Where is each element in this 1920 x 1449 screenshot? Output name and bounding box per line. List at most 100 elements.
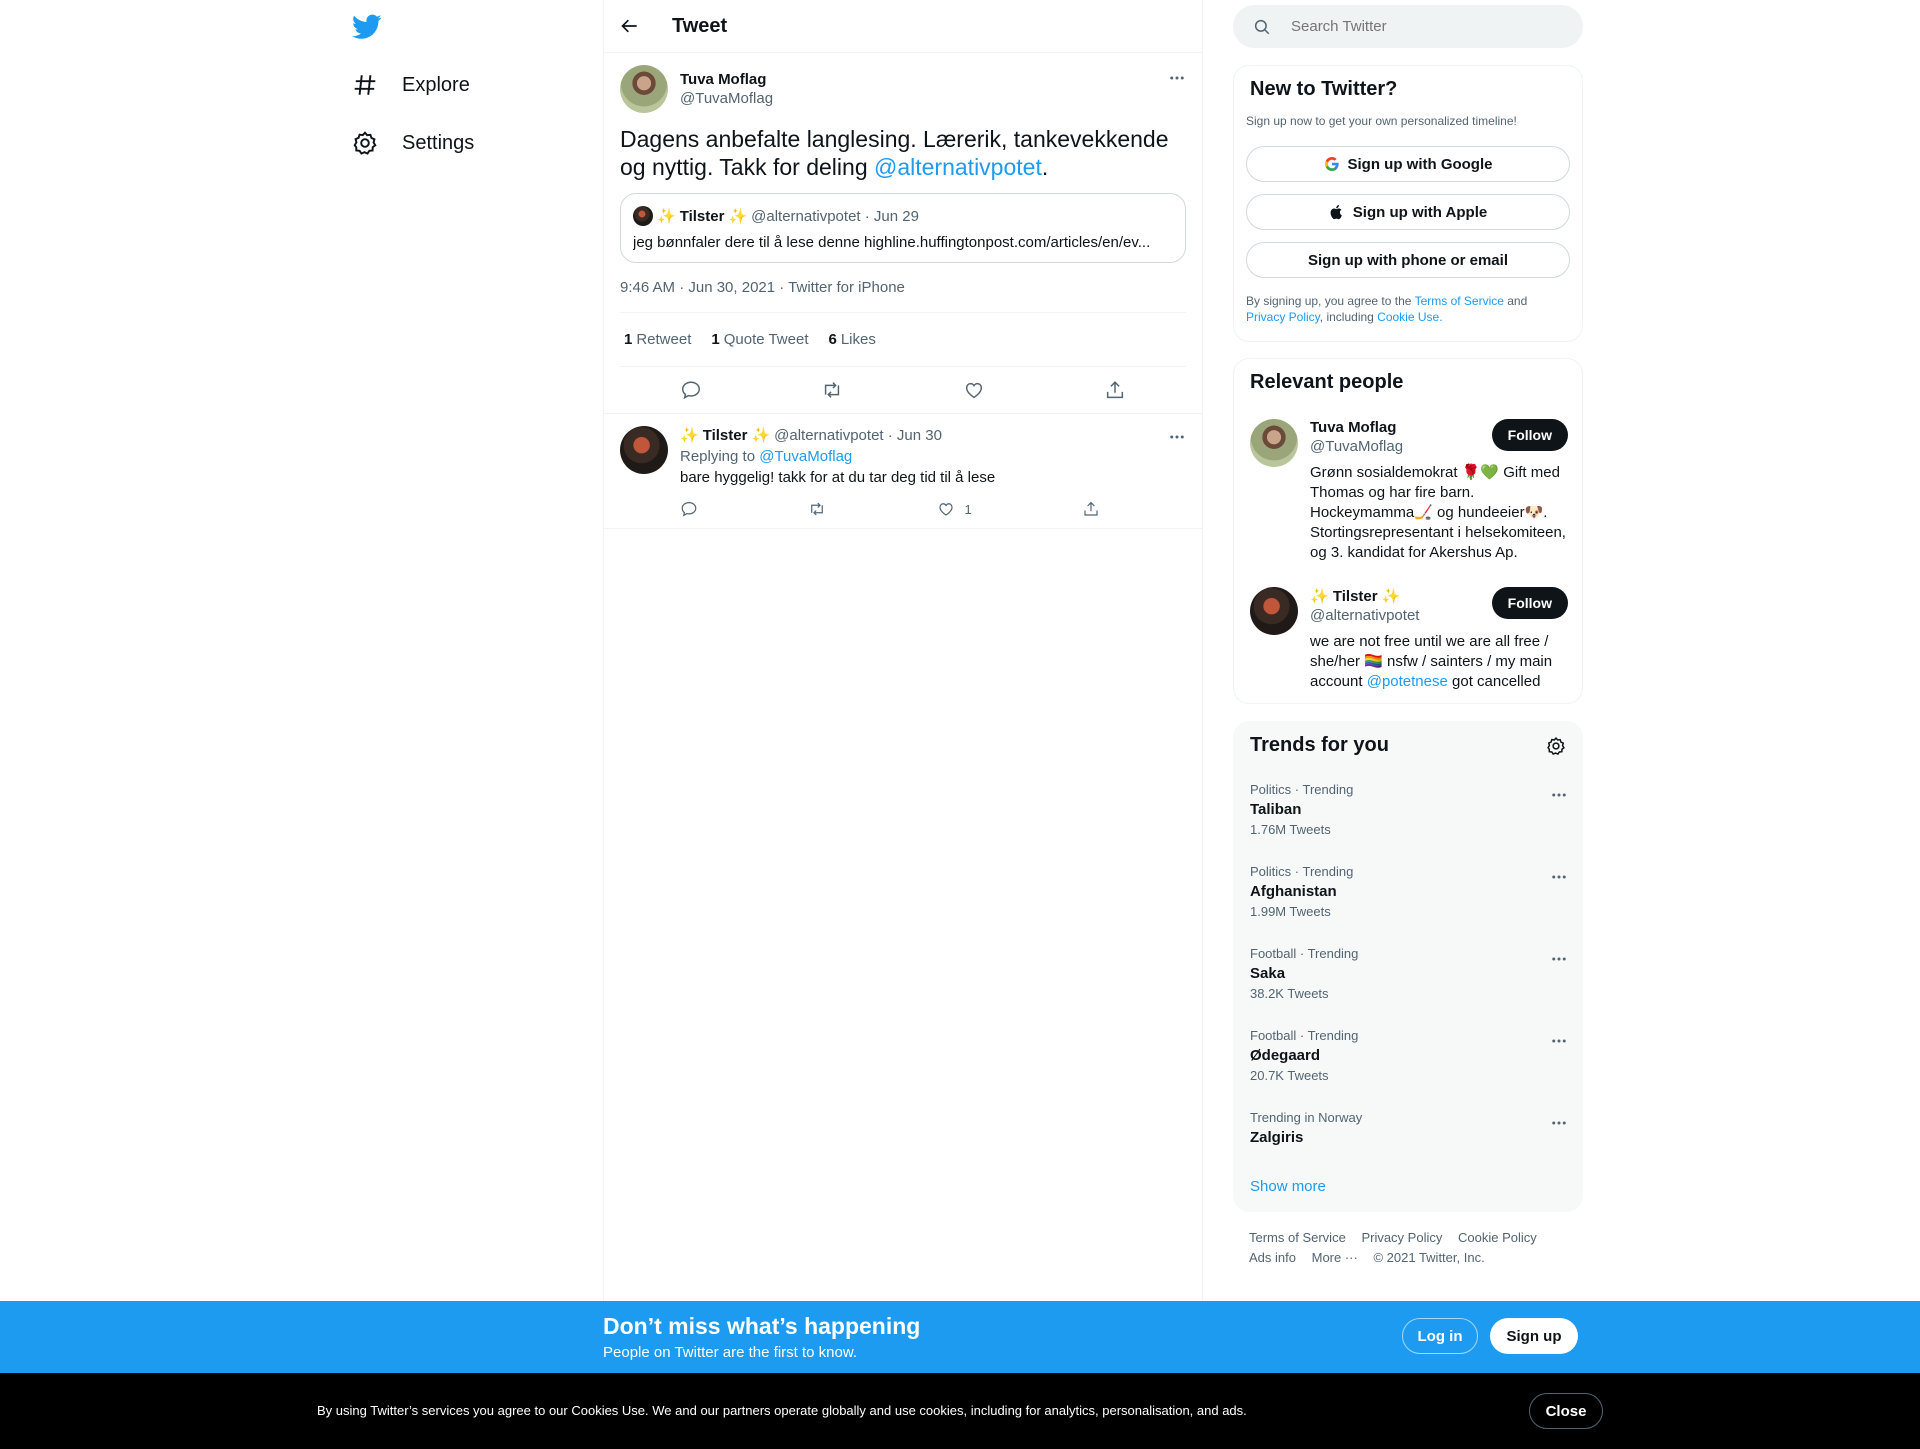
gear-icon [353,131,377,155]
tos-link[interactable]: Terms of Service [1415,294,1504,308]
person-bio: we are not free until we are all free / … [1310,632,1568,692]
reply-share-button[interactable] [1082,500,1100,518]
signup-google-label: Sign up with Google [1347,155,1493,173]
reply-retweet-button[interactable] [808,500,826,518]
trend-name: Taliban [1250,801,1302,818]
mention-link[interactable]: @alternativpotet [874,154,1042,180]
google-icon [1324,157,1339,171]
search-icon [1254,19,1270,34]
retweet-icon[interactable] [821,379,843,401]
new-to-twitter-card: New to Twitter? Sign up now to get your … [1233,65,1583,342]
follow-button[interactable]: Follow [1491,419,1568,451]
trend-count: 1.76M Tweets [1250,822,1331,837]
footer-copyright: © 2021 Twitter, Inc. [1373,1250,1485,1265]
retweet-stat[interactable]: 1 Retweet [624,331,691,348]
reply-author-name[interactable]: Tilster [703,427,748,444]
avatar[interactable] [620,65,668,113]
sparkles-icon: ✨ [728,208,748,225]
trend-item[interactable]: Football · Trending Saka 38.2K Tweets [1234,946,1584,1028]
more-options-icon[interactable] [1550,786,1568,804]
person-card[interactable]: Tuva Moflag @TuvaMoflag Grønn sosialdemo… [1234,419,1584,563]
avatar[interactable] [620,426,668,474]
bio-mention-link[interactable]: @potetnese [1367,673,1448,690]
footer-cookie-link[interactable]: Cookie Policy [1458,1230,1537,1245]
more-options-icon[interactable] [1550,1032,1568,1050]
trend-category: Politics · Trending [1250,782,1354,797]
footer-ads-link[interactable]: Ads info [1249,1250,1296,1265]
reply-like-button[interactable]: 1 [937,500,972,518]
replying-to-link[interactable]: @TuvaMoflag [759,448,852,465]
trend-category: Politics · Trending [1250,864,1354,879]
author-name[interactable]: Tuva Moflag [680,71,773,88]
reply-like-count: 1 [964,501,972,517]
author-names: Tuva Moflag @TuvaMoflag [680,71,773,107]
avatar[interactable] [1250,587,1298,635]
nav-settings-label: Settings [402,131,475,154]
page-title: Tweet [672,14,728,37]
quoted-tweet[interactable]: ✨ Tilster ✨ @alternativpotet · Jun 29 je… [620,193,1186,263]
share-icon[interactable] [1104,379,1126,401]
nav-explore-label: Explore [402,73,470,96]
trend-name: Afghanistan [1250,883,1337,900]
signup-button[interactable]: Sign up [1490,1318,1578,1354]
reply-icon [681,502,697,517]
more-options-icon[interactable] [1168,428,1186,446]
reply-header: ✨ Tilster ✨ @alternativpotet · Jun 30 [680,426,1186,445]
reply-handle-date[interactable]: @alternativpotet · Jun 30 [774,427,942,444]
reply-reply-button[interactable] [680,500,698,518]
relevant-people-card: Relevant people Tuva Moflag @TuvaMoflag … [1233,358,1583,704]
more-options-icon[interactable] [1550,1114,1568,1132]
trend-item[interactable]: Football · Trending Ødegaard 20.7K Tweet… [1234,1028,1584,1110]
reply-actions: 1 [680,500,1100,518]
reply-icon[interactable] [680,379,702,401]
tweet-actions-row [604,367,1202,414]
twitter-logo-icon[interactable] [352,14,382,40]
trends-card: Trends for you Politics · Trending Talib… [1233,721,1583,1212]
close-button[interactable]: Close [1529,1393,1603,1429]
like-icon[interactable] [963,379,985,401]
legal-text-3: , including [1319,310,1378,324]
trend-item[interactable]: Politics · Trending Afghanistan 1.99M Tw… [1234,864,1584,946]
trend-name: Ødegaard [1250,1047,1321,1064]
search-bar[interactable] [1233,5,1583,48]
nav-explore[interactable]: Explore [352,72,470,98]
gear-icon[interactable] [1546,736,1566,756]
quote-stat[interactable]: 1 Quote Tweet [711,331,808,348]
signup-google-button[interactable]: Sign up with Google [1246,146,1570,182]
person-card[interactable]: ✨ Tilster ✨ @alternativpotet we are not … [1234,587,1584,692]
likes-stat[interactable]: 6 Likes [829,331,876,348]
trend-count: 1.99M Tweets [1250,904,1331,919]
retweet-count: 1 [624,331,633,348]
author-handle[interactable]: @TuvaMoflag [680,90,773,107]
cookie-use-link[interactable]: Cookie Use. [1377,310,1442,324]
signup-phone-button[interactable]: Sign up with phone or email [1246,242,1570,278]
reply-tweet[interactable]: ✨ Tilster ✨ @alternativpotet · Jun 30 Re… [604,414,1202,529]
relevant-people-title: Relevant people [1250,371,1404,393]
quote-count: 1 [711,331,720,348]
footer-privacy-link[interactable]: Privacy Policy [1361,1230,1442,1245]
signup-apple-button[interactable]: Sign up with Apple [1246,194,1570,230]
nav-settings[interactable]: Settings [352,130,474,156]
follow-button[interactable]: Follow [1491,587,1568,619]
tweet-text-end: . [1041,154,1049,180]
login-button[interactable]: Log in [1402,1318,1478,1354]
avatar[interactable] [1250,419,1298,467]
reply-text: bare hyggelig! takk for at du tar deg ti… [680,469,996,486]
more-options-icon[interactable] [1550,868,1568,886]
show-more-link[interactable]: Show more [1250,1178,1326,1195]
privacy-link[interactable]: Privacy Policy [1246,310,1320,324]
replying-to: Replying to @TuvaMoflag [680,448,1186,465]
main-tweet: Tuva Moflag @TuvaMoflag Dagens anbefalte… [604,53,1202,367]
footer-tos-link[interactable]: Terms of Service [1249,1230,1346,1245]
search-input[interactable] [1291,18,1551,35]
footer-more-link[interactable]: More ··· [1312,1250,1358,1265]
more-options-icon[interactable] [1168,69,1186,87]
tweet-timestamp[interactable]: 9:46 AM · Jun 30, 2021 · Twitter for iPh… [620,263,1186,313]
quote-label: Quote Tweet [723,331,809,348]
sparkles-icon: ✨ [751,427,771,444]
quote-text: jeg bønnfaler dere til å lese denne high… [633,234,1151,251]
tweet-text: Dagens anbefalte langlesing. Lærerik, ta… [620,125,1186,181]
trend-item[interactable]: Politics · Trending Taliban 1.76M Tweets [1234,782,1584,864]
more-options-icon[interactable] [1550,950,1568,968]
back-arrow-icon[interactable] [620,16,640,36]
